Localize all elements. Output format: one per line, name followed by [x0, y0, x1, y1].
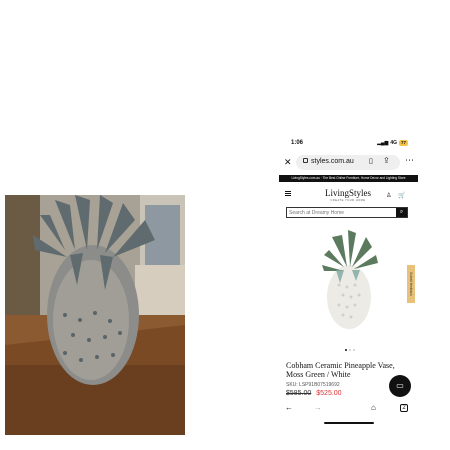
- search-bar: ⌕: [286, 207, 408, 218]
- browser-url-bar: ✕ styles.com.au ▯ ⇪ ⋯: [279, 154, 418, 172]
- home-indicator: [324, 422, 374, 424]
- cart-icon[interactable]: 🛒: [398, 192, 405, 199]
- product-prices: $585.00 $525.00: [286, 390, 342, 397]
- tabs-icon[interactable]: 2: [400, 404, 408, 412]
- search-icon: ⌕: [399, 209, 404, 215]
- product-title: Cobham Ceramic Pineapple Vase, Moss Gree…: [286, 361, 395, 379]
- feedback-tab[interactable]: Submit feedback: [407, 265, 415, 303]
- carousel-dot[interactable]: [349, 349, 351, 351]
- status-bar: 1:06 ▂▄▆ 4G 77: [279, 140, 418, 150]
- chat-icon: ▭: [396, 381, 404, 390]
- close-icon[interactable]: ✕: [284, 157, 292, 167]
- forward-arrow-icon[interactable]: →: [314, 403, 322, 412]
- product-image[interactable]: [314, 225, 384, 330]
- more-icon[interactable]: ⋯: [405, 155, 414, 166]
- back-arrow-icon[interactable]: ←: [285, 403, 293, 412]
- status-icons: ▂▄▆ 4G 77: [377, 140, 408, 146]
- promo-banner: LivingStyles.com.au · The Best Online Fu…: [279, 175, 418, 182]
- url-text[interactable]: styles.com.au: [311, 158, 354, 165]
- signal-icon: ▂▄▆: [377, 140, 389, 146]
- site-logo[interactable]: LivingStyles CREATE YOUR HOME: [321, 188, 375, 202]
- old-price: $585.00: [286, 390, 312, 397]
- account-icon[interactable]: ♙: [386, 192, 391, 199]
- carousel-dot[interactable]: [353, 349, 355, 351]
- network-label: 4G: [390, 140, 397, 146]
- carousel-dot[interactable]: [345, 349, 347, 351]
- chat-button[interactable]: ▭: [389, 375, 411, 397]
- vase-photo: [5, 195, 185, 435]
- home-icon[interactable]: ⌂: [371, 403, 376, 412]
- lock-icon: [303, 158, 308, 163]
- carousel-dots: [345, 349, 355, 351]
- bookmark-icon[interactable]: ▯: [369, 157, 373, 165]
- battery-icon: 77: [398, 140, 408, 146]
- browser-bottom-bar: ← → ⌂ 2: [279, 401, 418, 417]
- logo-tagline: CREATE YOUR HOME: [330, 199, 366, 202]
- search-button[interactable]: ⌕: [396, 208, 407, 217]
- status-time: 1:06: [291, 140, 304, 146]
- logo-text: LivingStyles: [324, 188, 371, 198]
- product-sku: SKU: LSP91B07519692: [286, 382, 340, 388]
- sale-price: $525.00: [316, 390, 342, 397]
- share-icon[interactable]: ⇪: [383, 156, 390, 165]
- site-header: LivingStyles CREATE YOUR HOME ♙ 🛒: [279, 183, 418, 205]
- menu-icon[interactable]: [285, 191, 291, 196]
- search-input[interactable]: [287, 208, 397, 217]
- phone-screenshot: 1:06 ▂▄▆ 4G 77 ✕ styles.com.au ▯ ⇪ ⋯ Liv…: [279, 135, 418, 431]
